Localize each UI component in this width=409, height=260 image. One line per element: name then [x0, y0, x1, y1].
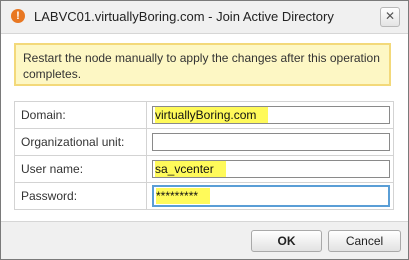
- join-active-directory-dialog: ! LABVC01.virtuallyBoring.com - Join Act…: [0, 0, 409, 260]
- username-label: User name:: [14, 155, 147, 183]
- ou-label: Organizational unit:: [14, 128, 147, 156]
- domain-input[interactable]: virtuallyBoring.com: [152, 106, 390, 124]
- dialog-content: Restart the node manually to apply the c…: [1, 34, 408, 221]
- form-row-username: User name: sa_vcenter: [14, 155, 394, 183]
- ou-input[interactable]: [152, 133, 390, 151]
- password-value: *********: [156, 188, 211, 204]
- join-form: Domain: virtuallyBoring.com Organization…: [14, 101, 394, 210]
- password-input[interactable]: *********: [152, 185, 390, 207]
- cancel-button[interactable]: Cancel: [328, 230, 401, 252]
- password-label: Password:: [14, 182, 147, 210]
- form-row-password: Password: *********: [14, 182, 394, 210]
- warning-message: Restart the node manually to apply the c…: [14, 43, 391, 86]
- warning-icon: !: [11, 9, 25, 23]
- form-row-domain: Domain: virtuallyBoring.com: [14, 101, 394, 129]
- dialog-footer: OK Cancel: [1, 221, 408, 259]
- domain-label: Domain:: [14, 101, 147, 129]
- close-icon[interactable]: ✕: [380, 7, 400, 27]
- ok-button[interactable]: OK: [251, 230, 322, 252]
- form-row-ou: Organizational unit:: [14, 128, 394, 156]
- dialog-title: LABVC01.virtuallyBoring.com - Join Activ…: [34, 9, 334, 24]
- username-input[interactable]: sa_vcenter: [152, 160, 390, 178]
- dialog-titlebar: ! LABVC01.virtuallyBoring.com - Join Act…: [1, 1, 408, 34]
- domain-value: virtuallyBoring.com: [155, 107, 269, 123]
- username-value: sa_vcenter: [155, 161, 226, 177]
